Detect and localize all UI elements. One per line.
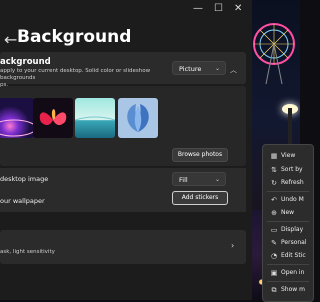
maximize-icon[interactable]: ☐ (214, 3, 223, 14)
sort-icon: ⇅ (271, 166, 277, 174)
sticker-icon: ◔ (270, 252, 278, 260)
related-settings-desc: ask, light sensitivity (0, 249, 55, 255)
menu-item-personalize[interactable]: ✎ Personal (263, 236, 313, 250)
add-stickers-button[interactable]: Add stickers (172, 191, 228, 205)
personalize-background-card: ackground apply to your current desktop.… (0, 52, 246, 88)
personalize-background-title: ackground (0, 57, 51, 67)
menu-separator (267, 281, 309, 282)
desktop-context-menu: ▦ View ⇅ Sort by ↻ Refresh ↶ Undo M ⊕ Ne… (262, 144, 314, 302)
menu-item-view[interactable]: ▦ View (263, 149, 313, 163)
recent-image-red-flower[interactable] (33, 98, 73, 138)
browse-photos-button[interactable]: Browse photos (172, 148, 228, 162)
personalize-icon: ✎ (271, 239, 277, 247)
view-icon: ▦ (270, 152, 278, 160)
page-title: Background (17, 27, 132, 47)
menu-item-edit-stickers[interactable]: ◔ Edit Stic (263, 249, 313, 263)
title-bar: — ☐ ✕ (0, 0, 252, 20)
menu-item-show-more[interactable]: ⧉ Show m (263, 283, 313, 297)
background-type-dropdown[interactable]: Picture ⌄ (172, 61, 226, 75)
new-icon: ⊕ (271, 209, 277, 217)
menu-item-new[interactable]: ⊕ New (263, 206, 313, 220)
settings-window: — ☐ ✕ ← Background ackground apply to yo… (0, 0, 252, 300)
ferris-wheel (253, 23, 295, 85)
recent-image-teal-lake[interactable] (75, 98, 115, 138)
terminal-icon: ▣ (270, 269, 278, 277)
fit-label: desktop image (0, 175, 49, 183)
recent-image-blue-bloom[interactable] (118, 98, 158, 138)
recent-image-purple-swirl[interactable] (0, 98, 34, 138)
menu-separator (267, 221, 309, 222)
more-icon: ⧉ (271, 286, 277, 294)
menu-separator (267, 264, 309, 265)
fit-dropdown[interactable]: Fill ⌄ (172, 172, 226, 186)
chevron-right-icon: › (231, 241, 235, 250)
chevron-up-icon[interactable]: ︿ (230, 65, 237, 75)
menu-separator (267, 191, 309, 192)
menu-item-display[interactable]: ▭ Display (263, 223, 313, 237)
menu-item-open-in-terminal[interactable]: ▣ Open in (263, 266, 313, 280)
menu-item-undo[interactable]: ↶ Undo M (263, 193, 313, 207)
fit-row: desktop image Fill ⌄ (0, 168, 246, 190)
stickers-label: our wallpaper (0, 197, 45, 205)
menu-item-refresh[interactable]: ↻ Refresh (263, 176, 313, 190)
related-settings-card[interactable]: ask, light sensitivity › (0, 230, 246, 264)
minimize-icon[interactable]: — (193, 3, 203, 14)
back-arrow-icon[interactable]: ← (4, 30, 17, 49)
menu-item-sort-by[interactable]: ⇅ Sort by (263, 163, 313, 177)
close-icon[interactable]: ✕ (234, 3, 242, 14)
undo-icon: ↶ (271, 196, 277, 204)
display-icon: ▭ (270, 226, 278, 234)
chevron-down-icon: ⌄ (214, 176, 220, 183)
refresh-icon: ↻ (271, 179, 277, 187)
chevron-down-icon: ⌄ (214, 65, 220, 72)
